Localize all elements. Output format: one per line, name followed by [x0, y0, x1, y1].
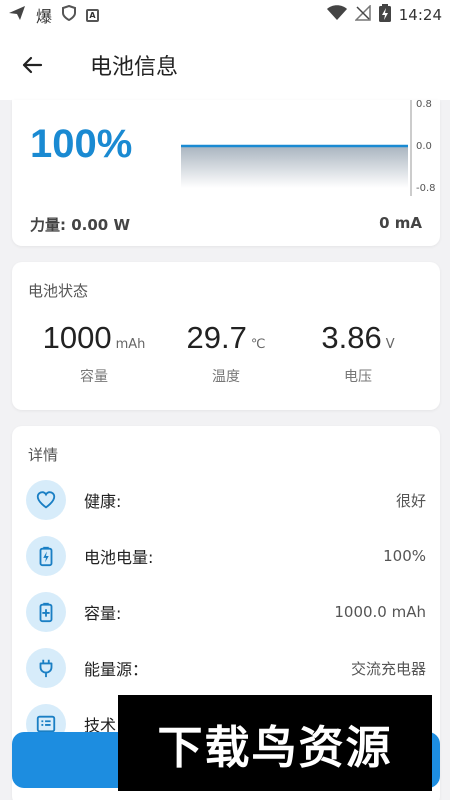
- stat-value: 29.7: [186, 320, 247, 355]
- stat-voltage: 3.86 V 电压: [288, 320, 428, 386]
- detail-row-capacity: 容量: 1000.0 mAh: [26, 590, 426, 634]
- battery-charge-icon: [26, 536, 66, 576]
- detail-label: 容量:: [84, 604, 122, 623]
- detail-label: 电池电量:: [84, 548, 154, 567]
- stat-value: 1000: [42, 320, 112, 355]
- detail-row-level: 电池电量: 100%: [26, 534, 426, 578]
- page-title: 电池信息: [90, 55, 179, 80]
- current-label: 0 mA: [379, 214, 422, 232]
- status-time: 14:24: [398, 6, 442, 24]
- detail-row-source: 能量源： 交流充电器: [26, 646, 426, 690]
- detail-label: 健康:: [84, 492, 122, 511]
- detail-value: 100%: [383, 547, 426, 565]
- chart-tick-label: -0.8: [416, 183, 436, 194]
- power-label: 力量: 0.00 W: [30, 216, 130, 234]
- app-bar: 电池信息: [0, 30, 450, 100]
- charge-card: 100% 0.8 0.0 -0.8 力量: 0.00 W 0 mA: [12, 100, 440, 246]
- a-icon: A: [86, 8, 100, 22]
- power-row: 力量: 0.00 W 0 mA: [30, 214, 422, 235]
- detail-row-health: 健康: 很好: [26, 478, 426, 522]
- shield-icon: [62, 4, 77, 25]
- stat-value: 3.86: [321, 320, 382, 355]
- card-title: 电池状态: [28, 282, 89, 300]
- no-signal-icon: [353, 4, 371, 25]
- arrow-left-icon: [22, 56, 43, 74]
- battery-status-card: 电池状态 1000 mAh 容量 29.7 ℃ 温度 3.86 V 电压: [12, 262, 440, 410]
- chart-tick-label: 0.8: [416, 100, 432, 110]
- detail-value: 1000.0 mAh: [334, 603, 426, 621]
- battery-percent: 100%: [30, 122, 133, 166]
- battery-icon: [378, 4, 391, 26]
- watermark-logo: 下载鸟资源: [118, 695, 432, 791]
- battery-plus-icon: [26, 592, 66, 632]
- stat-unit: ℃: [250, 337, 266, 352]
- app-notification-icon: 爆: [36, 7, 53, 26]
- card-title: 详情: [28, 446, 59, 464]
- detail-value: 交流充电器: [350, 659, 426, 678]
- heart-icon: [26, 480, 66, 520]
- back-button[interactable]: [0, 30, 64, 100]
- status-bar: 爆 A 14:24: [0, 0, 450, 30]
- wifi-icon: [326, 5, 347, 25]
- chart-tick-label: 0.0: [416, 141, 432, 152]
- stat-unit: mAh: [115, 337, 146, 352]
- detail-value: 很好: [395, 491, 426, 510]
- stat-unit: V: [385, 337, 395, 352]
- detail-label: 能量源：: [84, 660, 149, 679]
- chart-area-fill: [181, 146, 408, 188]
- stat-capacity: 1000 mAh 容量: [24, 320, 164, 386]
- plug-icon: [26, 648, 66, 688]
- stat-label: 电压: [344, 369, 372, 385]
- power-chart: 0.8 0.0 -0.8: [181, 100, 436, 196]
- stat-label: 温度: [212, 369, 240, 385]
- stat-label: 容量: [80, 369, 108, 385]
- stat-temperature: 29.7 ℃ 温度: [156, 320, 296, 386]
- send-icon: [8, 5, 26, 25]
